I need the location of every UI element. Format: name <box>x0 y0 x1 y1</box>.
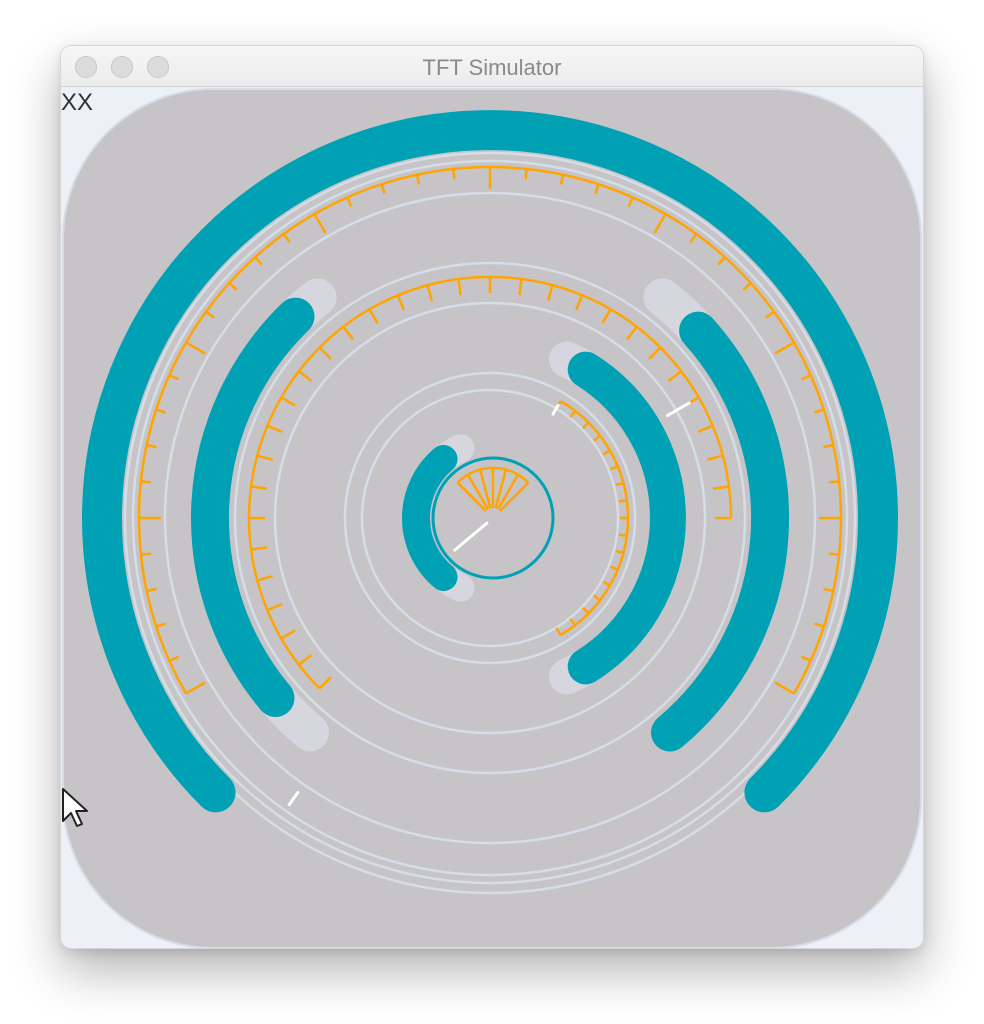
mouse-pointer-icon <box>62 788 88 827</box>
outer-scale-tick <box>140 552 152 556</box>
right-scale-tick <box>618 533 627 537</box>
outer-scale-tick <box>452 168 456 180</box>
window-title: TFT Simulator <box>422 55 562 80</box>
outer-scale-tick <box>828 480 840 484</box>
outer-scale-tick <box>140 480 152 484</box>
simulator-window: TFT Simulator XX <box>61 46 923 948</box>
dial-scene <box>62 88 922 948</box>
corner-label: XX <box>61 89 94 116</box>
display-area: XX <box>61 87 923 948</box>
right-scale-tick <box>618 499 627 503</box>
outer-scale-tick <box>524 168 528 180</box>
title-bar[interactable]: TFT Simulator <box>61 46 923 87</box>
outer-scale-tick <box>828 552 840 556</box>
